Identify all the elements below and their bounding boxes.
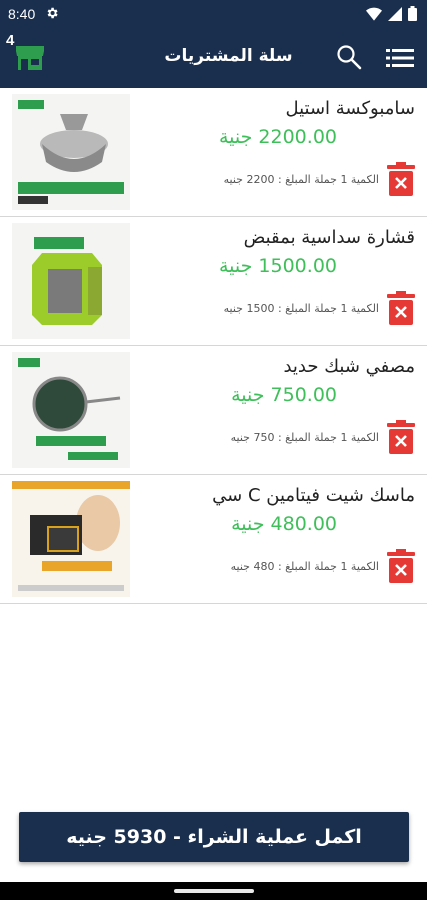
system-nav-bar	[0, 882, 427, 900]
item-quantity-total: الكمية 1 جملة المبلغ : 1500 جنيه	[223, 301, 379, 315]
wifi-icon	[366, 6, 382, 25]
battery-icon	[408, 6, 417, 25]
item-detail-row: الكمية 1 جملة المبلغ : 480 جنيه	[231, 549, 415, 583]
item-quantity-total: الكمية 1 جملة المبلغ : 480 جنيه	[230, 559, 379, 573]
product-image	[12, 352, 130, 468]
item-detail-row: الكمية 1 جملة المبلغ : 1500 جنيه	[224, 291, 415, 325]
product-image	[12, 481, 130, 597]
item-quantity-total: الكمية 1 جملة المبلغ : 2200 جنيه	[223, 172, 379, 186]
status-bar: 8:40	[0, 0, 427, 28]
item-detail-row: الكمية 1 جملة المبلغ : 750 جنيه	[231, 420, 415, 454]
page-title: سلة المشتريات	[164, 46, 293, 66]
cart-item[interactable]: ماسك شيت فيتامين C سي 480.00 جنية الكمية…	[0, 475, 427, 604]
cart-list: سامبوكسة استيل 2200.00 جنية الكمية 1 جمل…	[0, 88, 427, 604]
delete-trash-icon[interactable]	[387, 162, 415, 196]
home-gesture-handle[interactable]	[174, 889, 254, 893]
delete-trash-icon[interactable]	[387, 549, 415, 583]
item-price: 1500.00 جنية	[218, 255, 337, 277]
cart-item[interactable]: مصفي شبك حديد 750.00 جنية الكمية 1 جملة …	[0, 346, 427, 475]
cart-item[interactable]: سامبوكسة استيل 2200.00 جنية الكمية 1 جمل…	[0, 88, 427, 217]
delete-trash-icon[interactable]	[387, 420, 415, 454]
item-info: مصفي شبك حديد 750.00 جنية الكمية 1 جملة …	[140, 352, 415, 454]
delete-trash-icon[interactable]	[387, 291, 415, 325]
product-image	[12, 94, 130, 210]
item-name: سامبوكسة استيل	[285, 98, 415, 119]
search-icon[interactable]	[336, 44, 362, 74]
cart-item[interactable]: قشارة سداسية بمقبض 1500.00 جنية الكمية 1…	[0, 217, 427, 346]
item-price: 2200.00 جنية	[218, 126, 337, 148]
item-name: قشارة سداسية بمقبض	[243, 227, 415, 248]
item-info: ماسك شيت فيتامين C سي 480.00 جنية الكمية…	[140, 481, 415, 583]
item-name: مصفي شبك حديد	[283, 356, 415, 377]
list-menu-icon[interactable]	[386, 48, 414, 72]
item-info: سامبوكسة استيل 2200.00 جنية الكمية 1 جمل…	[140, 94, 415, 196]
signal-icon	[388, 6, 402, 25]
status-time: 8:40	[8, 6, 36, 22]
settings-gear-icon	[45, 5, 59, 24]
item-price: 750.00 جنية	[231, 384, 337, 406]
item-detail-row: الكمية 1 جملة المبلغ : 2200 جنيه	[224, 162, 415, 196]
item-quantity-total: الكمية 1 جملة المبلغ : 750 جنيه	[230, 430, 379, 444]
product-image	[12, 223, 130, 339]
item-name: ماسك شيت فيتامين C سي	[212, 485, 415, 506]
item-price: 480.00 جنية	[231, 513, 337, 535]
checkout-button[interactable]: اكمل عملية الشراء - 5930 جنيه	[19, 812, 409, 862]
app-bar: 4 سلة المشتريات	[0, 28, 427, 88]
item-info: قشارة سداسية بمقبض 1500.00 جنية الكمية 1…	[140, 223, 415, 325]
